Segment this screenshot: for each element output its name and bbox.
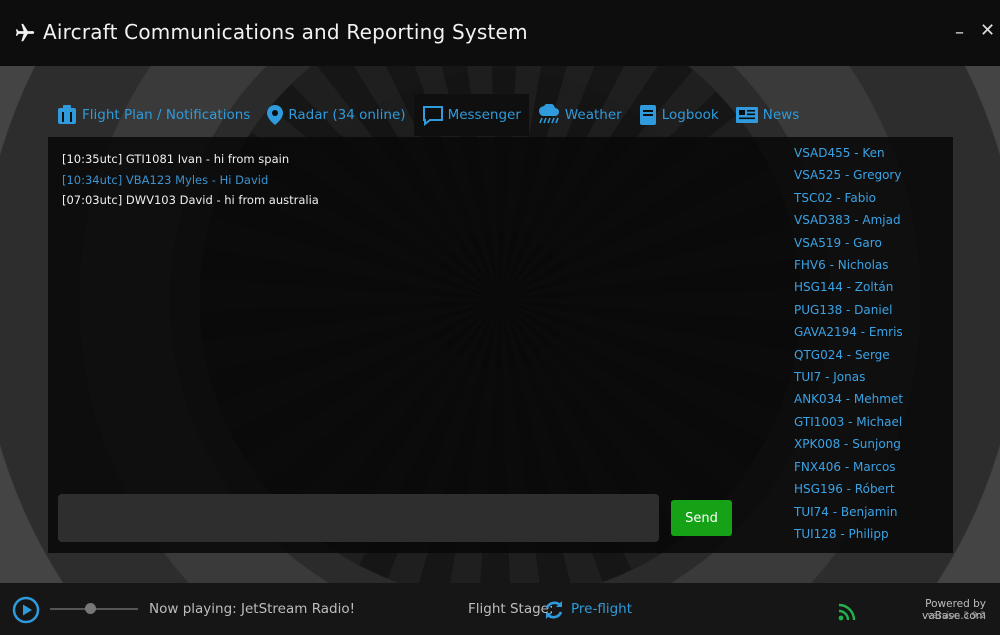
user-item[interactable]: FNX406 - Marcos: [794, 456, 944, 478]
now-playing-text: Now playing: JetStream Radio!: [149, 601, 356, 617]
user-item[interactable]: HSG196 - Róbert: [794, 478, 944, 500]
tab-logbook[interactable]: Logbook: [630, 94, 727, 136]
flight-stage-value: Pre-flight: [571, 601, 633, 617]
user-item[interactable]: VSAD455 - Ken: [794, 142, 944, 164]
tab-label: Weather: [564, 107, 622, 123]
user-item[interactable]: TUI74 - Benjamin: [794, 501, 944, 523]
user-item[interactable]: GTI1003 - Michael: [794, 411, 944, 433]
user-item[interactable]: HSG144 - Zoltán: [794, 276, 944, 298]
map-pin-icon: [267, 105, 284, 125]
user-item[interactable]: TUI128 - Philipp: [794, 523, 944, 545]
airplane-icon: [15, 23, 35, 42]
tab-weather[interactable]: Weather: [529, 94, 630, 136]
user-item[interactable]: VSAD383 - Amjad: [794, 209, 944, 231]
user-item[interactable]: TUI7 - Jonas: [794, 366, 944, 388]
user-item[interactable]: VSA519 - Garo: [794, 232, 944, 254]
user-item[interactable]: TSC02 - Fabio: [794, 187, 944, 209]
tab-label: Flight Plan / Notifications: [82, 107, 251, 123]
refresh-icon: [545, 601, 563, 619]
chat-icon: [422, 106, 443, 126]
send-button[interactable]: Send: [671, 500, 732, 536]
signal-icon: [838, 603, 856, 621]
minimize-button[interactable]: –: [955, 24, 964, 42]
message-list: [10:35utc] GTI1081 Ivan - hi from spain …: [62, 149, 762, 211]
message-item: [07:03utc] DWV103 David - hi from austra…: [62, 193, 319, 207]
user-item[interactable]: XPK008 - Sunjong: [794, 433, 944, 455]
messenger-panel: [10:35utc] GTI1081 Ivan - hi from spain …: [48, 137, 953, 553]
tab-label: Logbook: [661, 107, 719, 123]
message-item: [10:34utc] VBA123 Myles - Hi David: [62, 172, 269, 187]
volume-slider-thumb[interactable]: [84, 603, 96, 614]
version-text: version 3.9.2: [927, 611, 986, 621]
play-icon[interactable]: [12, 596, 40, 624]
tab-label: News: [762, 107, 800, 123]
tab-label: Messenger: [447, 107, 521, 123]
tab-radar[interactable]: Radar (34 online): [258, 94, 413, 136]
tab-messenger[interactable]: Messenger: [413, 94, 529, 136]
title-bar: Aircraft Communications and Reporting Sy…: [0, 0, 1000, 66]
cloud-rain-icon: [538, 104, 559, 124]
user-item[interactable]: ANK034 - Mehmet: [794, 388, 944, 410]
flight-stage-label: Flight Stage:: [468, 601, 554, 617]
newspaper-icon: [735, 107, 758, 123]
user-item[interactable]: VSA525 - Gregory: [794, 164, 944, 186]
main-tabs: Flight Plan / Notifications Radar (34 on…: [48, 94, 807, 136]
online-users-list[interactable]: VSAD455 - Ken VSA525 - Gregory TSC02 - F…: [794, 142, 944, 550]
book-icon: [639, 105, 656, 125]
close-button[interactable]: ✕: [980, 22, 995, 40]
user-item[interactable]: QTG024 - Serge: [794, 344, 944, 366]
user-item[interactable]: PUG138 - Daniel: [794, 299, 944, 321]
message-input[interactable]: [58, 494, 659, 542]
user-item[interactable]: GAVA2194 - Emris: [794, 321, 944, 343]
tab-news[interactable]: News: [727, 94, 807, 136]
app-title: Aircraft Communications and Reporting Sy…: [43, 20, 528, 44]
clipboard-icon: [58, 105, 76, 124]
message-item: [10:35utc] GTI1081 Ivan - hi from spain: [62, 152, 290, 166]
tab-flight-plan[interactable]: Flight Plan / Notifications: [48, 94, 258, 136]
tab-label: Radar (34 online): [288, 107, 406, 123]
user-item[interactable]: FHV6 - Nicholas: [794, 254, 944, 276]
status-bar: Now playing: JetStream Radio! Flight Sta…: [0, 583, 1000, 635]
